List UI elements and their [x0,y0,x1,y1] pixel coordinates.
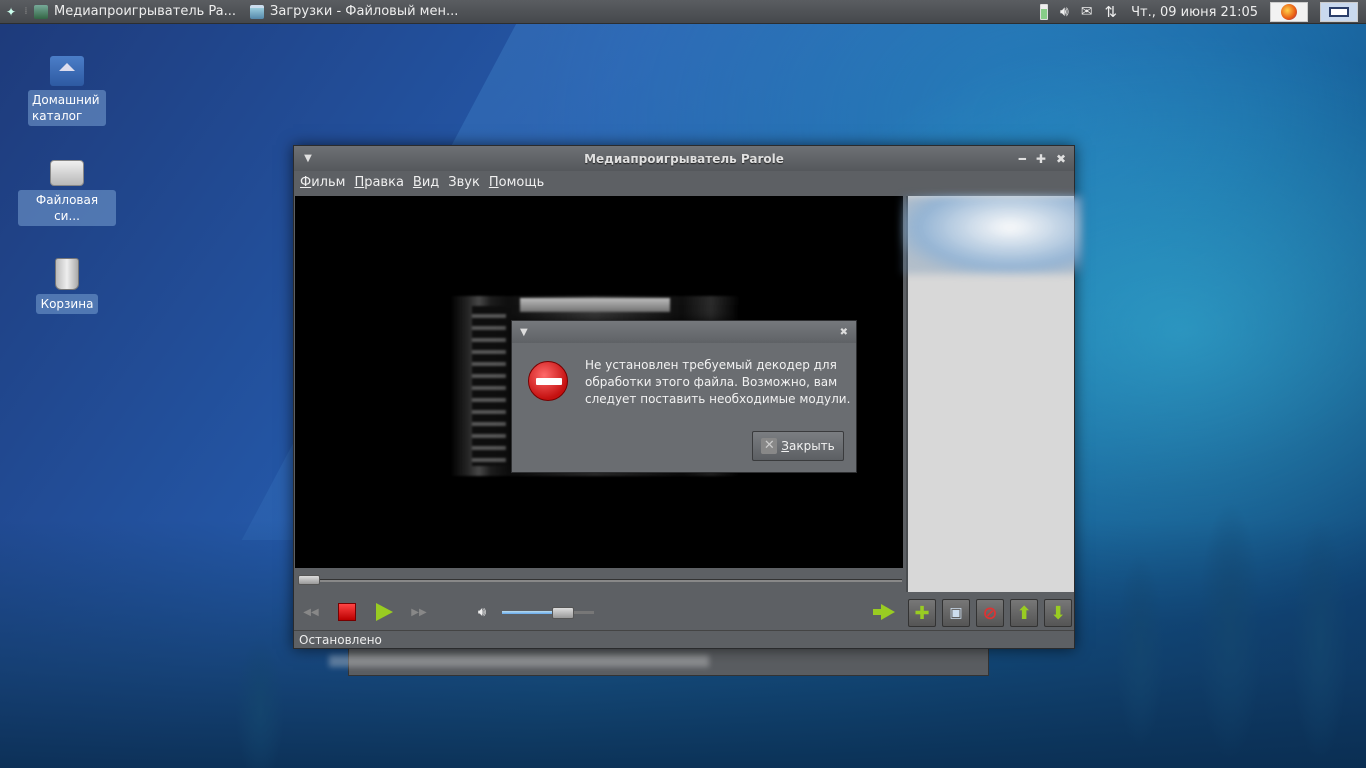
close-button[interactable]: ✕ Закрыть [752,431,844,461]
block-icon: ⊘ [982,602,998,624]
firefox-icon [1281,4,1297,20]
play-icon [375,603,393,621]
menu-view[interactable]: Вид [413,175,439,190]
playlist-panel[interactable] [902,196,1082,592]
desktop-icon-home[interactable]: Домашний каталог [28,56,106,126]
desktop-icon-label: Файловая си... [18,190,116,226]
error-message: Не установлен требуемый декодер для обра… [585,358,851,406]
volume-icon[interactable]: 🔊︎ [1060,0,1069,24]
add-media-button[interactable]: ✚ [908,599,936,627]
dialog-close-icon[interactable]: ✖ [840,327,848,338]
menu-help[interactable]: Помощь [489,175,544,190]
stop-icon [338,603,356,621]
seek-handle[interactable] [298,575,320,585]
trash-icon [55,258,79,290]
network-icon[interactable]: ⇅ [1105,0,1118,24]
volume-slider[interactable] [502,607,594,619]
menu-bar: Фильм Правка Вид Звук Помощь [294,171,1074,193]
desktop-icon-filesystem[interactable]: Файловая си... [18,160,116,226]
desktop-icon-label: Домашний каталог [28,90,106,126]
menu-audio[interactable]: Звук [448,175,480,190]
clock[interactable]: Чт., 09 июня 21:05 [1131,5,1258,20]
dialog-title-bar[interactable]: ▼ ✖ [512,321,856,343]
move-down-button[interactable]: ⬇ [1044,599,1072,627]
film-holes [472,306,506,466]
film-bar [520,298,670,312]
save-icon: ▣ [949,605,963,621]
home-folder-icon [50,56,84,86]
desktop-icon-label: Корзина [36,294,98,314]
dialog-menu-icon[interactable]: ▼ [520,327,528,338]
status-bar: Остановлено [294,630,1074,649]
volume-icon[interactable]: 🔊︎ [469,599,495,625]
close-button-label: Закрыть [781,439,835,453]
error-dialog: ▼ ✖ Не установлен требуемый декодер для … [511,320,857,473]
seek-backward-icon[interactable]: ◀◀ [298,599,324,625]
clear-playlist-button[interactable]: ⊘ [976,599,1004,627]
maximize-icon[interactable]: ✚ [1036,152,1046,166]
top-panel: ✦ ⁞ Медиапроигрыватель Pa... Загрузки - … [0,0,1366,24]
volume-handle[interactable] [552,607,574,619]
panel-separator: ⁞ [24,6,28,17]
workspace-icon [1329,7,1349,17]
wallpaper-trees [1080,450,1366,768]
plus-icon: ✚ [914,602,930,624]
task-file-manager[interactable]: Загрузки - Файловый мен... [246,0,462,24]
battery-icon[interactable] [1039,0,1048,24]
play-button[interactable] [371,599,397,625]
toggle-playlist-button[interactable] [872,599,898,625]
drive-icon [50,160,84,186]
seek-track [298,579,902,582]
desktop-icon-trash[interactable]: Корзина [36,258,98,314]
task-label: Медиапроигрыватель Pa... [54,4,237,19]
move-up-button[interactable]: ⬆ [1010,599,1038,627]
arrow-down-icon: ⬇ [1050,602,1066,624]
arrow-up-icon: ⬆ [1016,602,1032,624]
save-playlist-button[interactable]: ▣ [942,599,970,627]
arrow-right-icon [873,604,895,620]
menu-film[interactable]: Фильм [300,175,345,190]
error-icon [528,361,568,401]
workspace-switcher[interactable] [1320,2,1358,22]
firefox-launcher[interactable] [1270,2,1308,22]
menu-edit[interactable]: Правка [354,175,403,190]
blurred-content [329,655,709,667]
task-label: Загрузки - Файловый мен... [270,4,459,19]
applications-menu-icon[interactable]: ✦ [0,0,22,24]
title-bar[interactable]: ▼ Медиапроигрыватель Parole ━ ✚ ✖ [294,146,1074,171]
minimize-icon[interactable]: ━ [1019,152,1026,166]
mail-icon[interactable]: ✉ [1081,0,1093,24]
close-icon: ✕ [761,438,778,454]
control-bar: ◀◀ ▶▶ 🔊︎ ✚ ▣ ⊘ ⬆ ⬇ [294,596,1074,628]
seek-forward-icon[interactable]: ▶▶ [406,599,432,625]
stop-button[interactable] [334,599,360,625]
close-icon[interactable]: ✖ [1056,152,1066,166]
seek-slider[interactable] [298,575,902,585]
playlist-header-blurred [902,196,1082,274]
folder-icon [250,4,265,19]
media-player-icon [34,4,48,19]
task-media-player[interactable]: Медиапроигрыватель Pa... [30,0,240,24]
window-title: Медиапроигрыватель Parole [584,151,784,166]
system-tray: 🔊︎ ✉ ⇅ Чт., 09 июня 21:05 [1034,0,1366,24]
